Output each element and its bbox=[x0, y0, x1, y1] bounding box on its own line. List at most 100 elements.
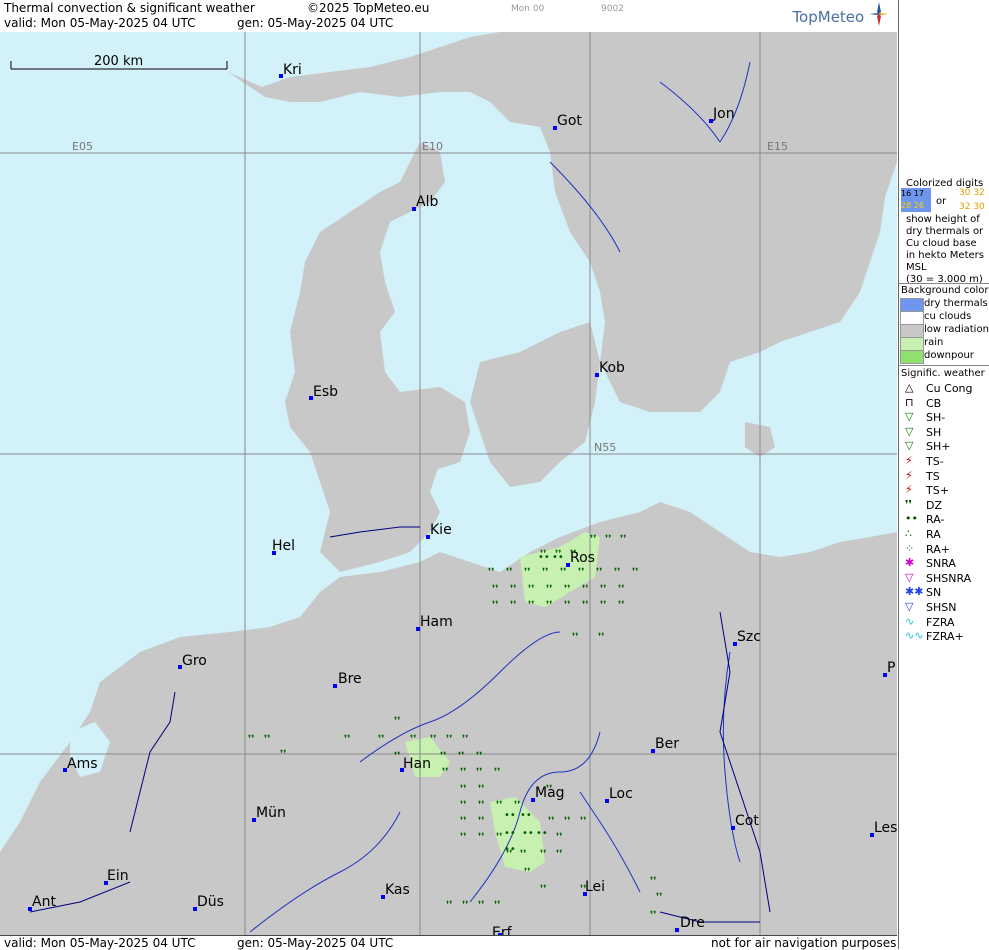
svg-text:❜❜: ❜❜ bbox=[488, 567, 494, 578]
svg-text:••: •• bbox=[536, 828, 548, 839]
svg-text:❜❜: ❜❜ bbox=[494, 900, 500, 911]
wx-symbol-icon-0: △ bbox=[905, 381, 914, 394]
wx-label-17: FZRA+ bbox=[926, 630, 964, 644]
wx-label-11: RA+ bbox=[926, 542, 950, 556]
bg-swatch-1 bbox=[900, 311, 924, 325]
copyright: ©2025 TopMeteo.eu bbox=[307, 1, 430, 15]
bg-label-3: rain bbox=[924, 337, 944, 348]
city-label-jon: Jon bbox=[712, 106, 735, 122]
svg-text:❜❜: ❜❜ bbox=[478, 784, 484, 795]
wx-label-16: FZRA bbox=[926, 615, 955, 629]
wx-symbol-icon-14: ✱✱ bbox=[905, 585, 924, 599]
digits-b2: 32 30 bbox=[959, 202, 985, 212]
city-marker-dre[interactable] bbox=[675, 928, 679, 932]
city-label-dre: Dre bbox=[680, 915, 705, 931]
wx-label-6: TS bbox=[926, 469, 940, 483]
wx-symbol-icon-10: ∴ bbox=[905, 527, 912, 540]
run-code: Mon 00 bbox=[511, 4, 545, 14]
svg-text:❜❜: ❜❜ bbox=[458, 751, 464, 762]
city-label-ant: Ant bbox=[32, 894, 56, 910]
digits-b1: 30 32 bbox=[959, 188, 985, 198]
digits-a1: 16 17 bbox=[901, 189, 924, 198]
land-zealand bbox=[470, 322, 600, 487]
weather-map[interactable]: E05 E10 E15 N55 ❜❜ ❜❜ ❜❜ ❜❜ ❜❜ ❜❜ ❜❜ ❜❜ ❜❜ ❜❜ ❜❜ ❜… bbox=[0, 32, 897, 935]
wx-label-3: SH bbox=[926, 425, 942, 439]
svg-text:❜❜: ❜❜ bbox=[446, 900, 452, 911]
legend-desc-4: in hekto Meters bbox=[906, 250, 984, 261]
city-label-ber: Ber bbox=[655, 736, 679, 752]
svg-text:❜❜: ❜❜ bbox=[264, 734, 270, 745]
bg-swatch-0 bbox=[900, 298, 924, 312]
wx-label-15: SHSN bbox=[926, 601, 957, 614]
city-label-alb: Alb bbox=[416, 194, 438, 210]
svg-text:❜❜: ❜❜ bbox=[462, 900, 468, 911]
digits-sample-dry: 16 17 28 26 bbox=[901, 188, 931, 212]
city-label-dus: Düs bbox=[197, 894, 224, 910]
wx-symbol-icon-6: ⚡ bbox=[905, 468, 913, 482]
bg-label-1: cu clouds bbox=[924, 311, 972, 322]
svg-text:❜❜: ❜❜ bbox=[492, 584, 498, 595]
svg-text:❜❜: ❜❜ bbox=[378, 734, 384, 745]
city-label-kas: Kas bbox=[385, 882, 410, 898]
bg-label-0: dry thermals bbox=[924, 298, 988, 309]
bg-title: Background color bbox=[901, 285, 989, 296]
wx-label-14: SN bbox=[926, 586, 942, 600]
svg-text:❜❜: ❜❜ bbox=[446, 734, 452, 745]
svg-text:❜❜: ❜❜ bbox=[478, 816, 484, 827]
svg-text:❜❜: ❜❜ bbox=[460, 816, 466, 827]
svg-text:••: •• bbox=[538, 552, 550, 563]
svg-text:❜❜: ❜❜ bbox=[618, 584, 624, 595]
city-label-mun: Mün bbox=[256, 805, 286, 821]
wx-label-4: SH+ bbox=[926, 440, 951, 454]
wx-symbol-icon-9: •• bbox=[905, 512, 918, 526]
scale-label: 200 km bbox=[94, 54, 143, 69]
wx-symbol-icon-17: ∿∿ bbox=[905, 629, 924, 643]
svg-text:❜❜: ❜❜ bbox=[248, 734, 254, 745]
grid-label-e15: E15 bbox=[767, 140, 788, 153]
svg-text:❜❜: ❜❜ bbox=[506, 567, 512, 578]
svg-text:❜❜: ❜❜ bbox=[580, 816, 586, 827]
svg-text:❜❜: ❜❜ bbox=[460, 832, 466, 843]
svg-text:❜❜: ❜❜ bbox=[496, 800, 502, 811]
svg-text:❜❜: ❜❜ bbox=[460, 784, 466, 795]
wx-label-1: CB bbox=[926, 396, 942, 410]
svg-text:❜❜: ❜❜ bbox=[476, 751, 482, 762]
bg-label-2: low radiation bbox=[924, 324, 989, 335]
wx-label-5: TS- bbox=[926, 455, 944, 468]
city-marker-bre[interactable] bbox=[333, 684, 337, 688]
svg-text:❜❜: ❜❜ bbox=[605, 534, 611, 545]
map-header: Thermal convection & significant weather… bbox=[0, 0, 897, 33]
wx-label-10: RA bbox=[926, 528, 941, 541]
or-label: or bbox=[936, 196, 947, 207]
svg-text:❜❜: ❜❜ bbox=[476, 767, 482, 778]
svg-text:••: •• bbox=[504, 810, 516, 821]
city-label-kie: Kie bbox=[430, 522, 452, 538]
wx-symbol-icon-4: ▽ bbox=[905, 439, 914, 453]
svg-text:❜❜: ❜❜ bbox=[548, 816, 554, 827]
wx-symbol-icon-13: ▽ bbox=[905, 570, 914, 584]
wx-symbol-icon-15: ▽ bbox=[905, 600, 914, 613]
city-label-got: Got bbox=[557, 113, 582, 129]
svg-text:❜❜: ❜❜ bbox=[556, 832, 562, 843]
svg-text:❜❜: ❜❜ bbox=[540, 849, 546, 860]
footer-disclaimer: not for air navigation purposes bbox=[711, 936, 897, 950]
svg-text:❜❜: ❜❜ bbox=[460, 767, 466, 778]
wx-label-7: TS+ bbox=[926, 484, 949, 498]
svg-text:❜❜: ❜❜ bbox=[510, 600, 516, 611]
wx-title: Signific. weather bbox=[901, 368, 985, 379]
svg-text:❜❜: ❜❜ bbox=[478, 800, 484, 811]
svg-text:❜❜: ❜❜ bbox=[410, 734, 416, 745]
svg-text:❜❜: ❜❜ bbox=[280, 749, 286, 760]
svg-text:❜❜: ❜❜ bbox=[546, 600, 552, 611]
bg-swatch-3 bbox=[900, 337, 924, 351]
wx-symbol-icon-3: ▽ bbox=[905, 424, 914, 438]
wx-symbol-icon-16: ∿ bbox=[905, 614, 915, 628]
svg-text:❜❜: ❜❜ bbox=[394, 716, 400, 727]
city-label-ams: Ams bbox=[67, 756, 98, 772]
city-label-esb: Esb bbox=[313, 384, 338, 400]
svg-text:❜❜: ❜❜ bbox=[496, 832, 502, 843]
svg-text:❜❜: ❜❜ bbox=[520, 849, 526, 860]
topmeteo-logo: TopMeteo bbox=[792, 2, 889, 26]
wx-label-13: SHSNRA bbox=[926, 571, 972, 585]
svg-text:❜❜: ❜❜ bbox=[582, 584, 588, 595]
